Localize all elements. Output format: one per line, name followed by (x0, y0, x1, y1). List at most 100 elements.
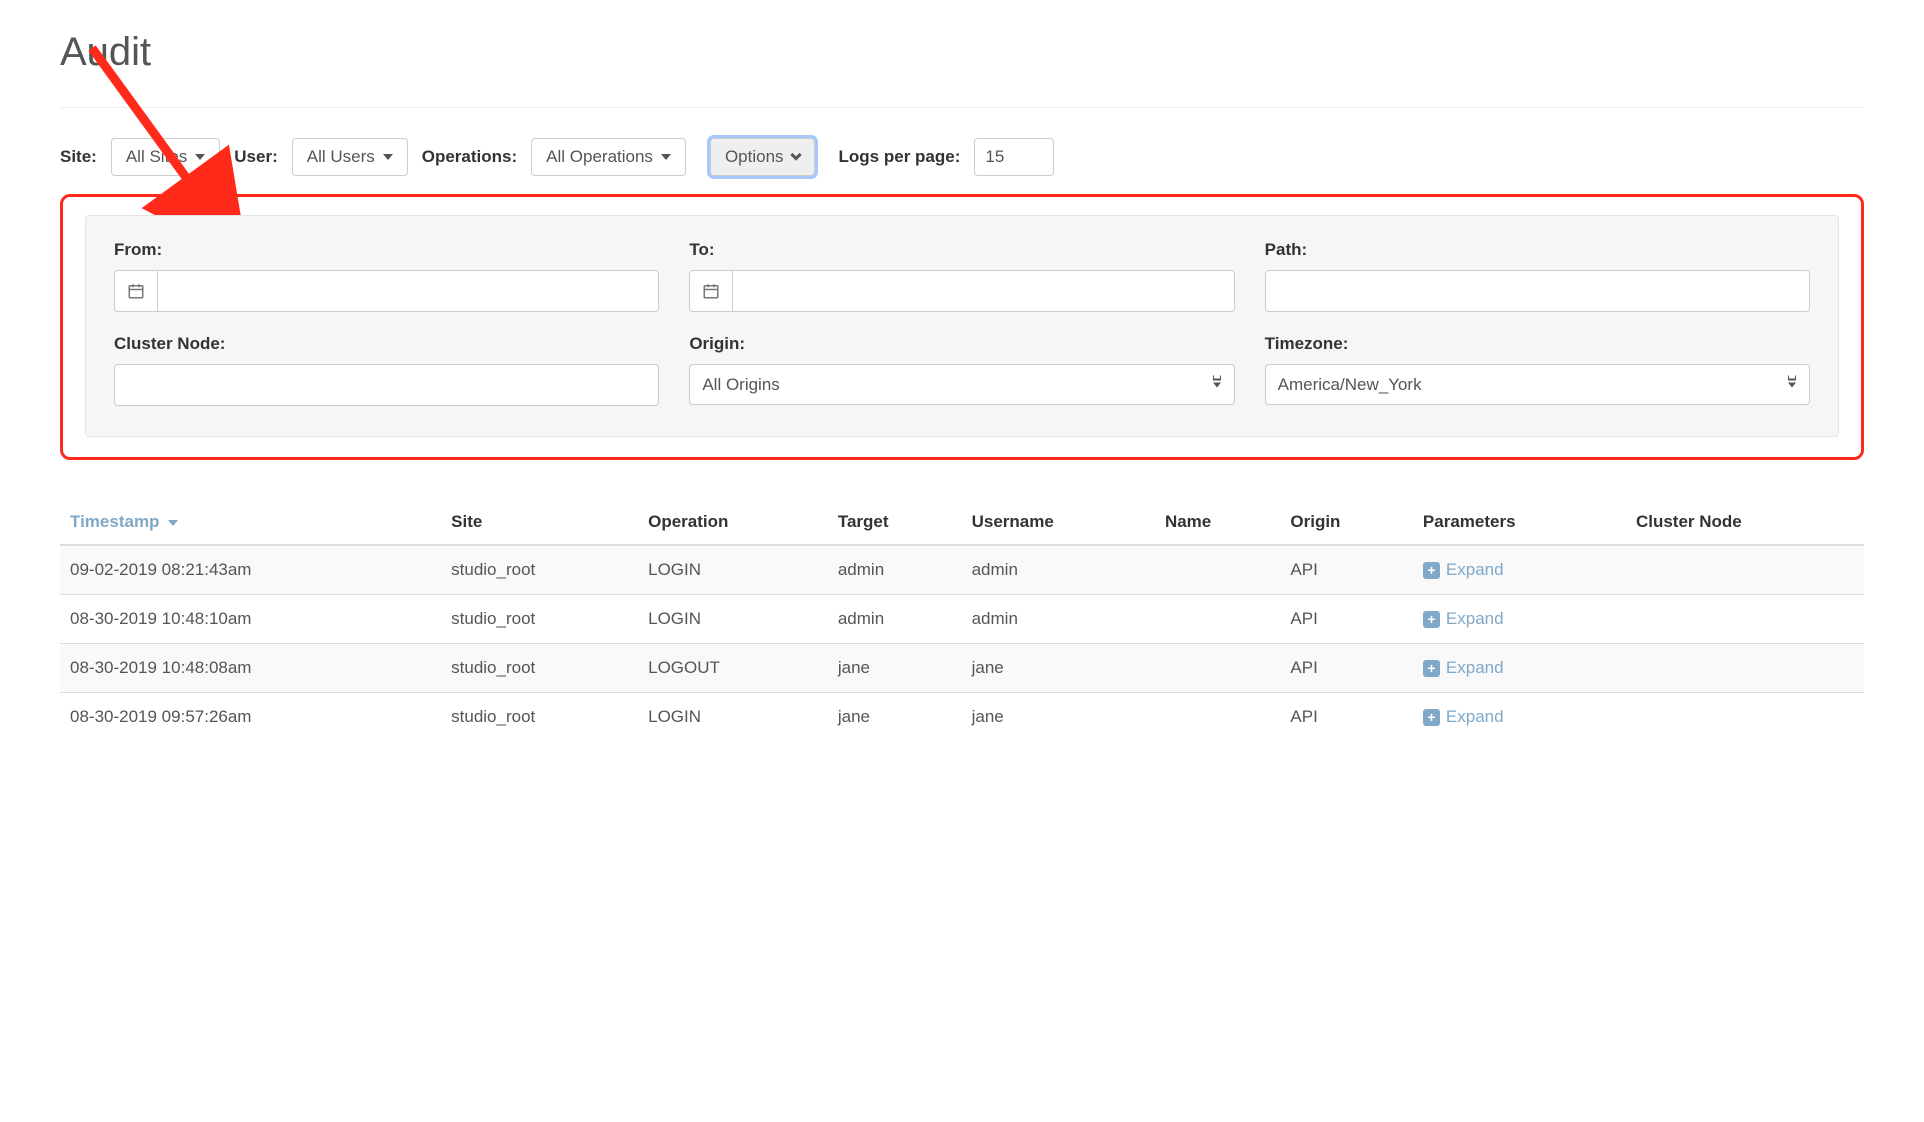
table-row: 09-02-2019 08:21:43amstudio_rootLOGINadm… (60, 545, 1864, 595)
cell-target: jane (828, 693, 962, 742)
col-origin[interactable]: Origin (1280, 500, 1413, 545)
cell-target: jane (828, 644, 962, 693)
cell-origin: API (1280, 595, 1413, 644)
expand-button[interactable]: + Expand (1423, 560, 1504, 580)
to-field: To: (689, 240, 1234, 312)
cell-timestamp: 08-30-2019 10:48:10am (60, 595, 441, 644)
plus-icon: + (1423, 562, 1440, 579)
cell-origin: API (1280, 693, 1413, 742)
table-row: 08-30-2019 10:48:08amstudio_rootLOGOUTja… (60, 644, 1864, 693)
expand-button[interactable]: +Expand (1423, 658, 1504, 678)
plus-icon: + (1423, 709, 1440, 726)
cell-site: studio_root (441, 644, 638, 693)
cell-username: admin (962, 545, 1155, 595)
operations-dropdown[interactable]: All Operations (531, 138, 686, 176)
origin-field: Origin: All Origins (689, 334, 1234, 406)
page-title: Audit (60, 30, 1864, 87)
calendar-icon (127, 282, 145, 300)
expand-button[interactable]: + Expand (1423, 609, 1504, 629)
to-calendar-button[interactable] (689, 270, 733, 312)
caret-down-icon (383, 154, 393, 160)
cell-username: admin (962, 595, 1155, 644)
cell-target: admin (828, 545, 962, 595)
origin-label: Origin: (689, 334, 1234, 354)
plus-icon: + (1423, 660, 1440, 677)
audit-table: Timestamp Site Operation Target Username… (60, 500, 1864, 741)
cell-cluster-node (1626, 693, 1864, 742)
origin-select[interactable]: All Origins (689, 364, 1234, 405)
expand-button[interactable]: + Expand (1423, 707, 1504, 727)
cell-cluster-node (1626, 644, 1864, 693)
table-header-row: Timestamp Site Operation Target Username… (60, 500, 1864, 545)
cell-name (1155, 644, 1280, 693)
operations-label: Operations: (422, 147, 517, 167)
path-input[interactable] (1265, 270, 1810, 312)
cell-origin: API (1280, 545, 1413, 595)
chevron-down-icon (790, 149, 801, 160)
user-dropdown[interactable]: All Users (292, 138, 408, 176)
filter-bar: Site: All Sites User: All Users Operatio… (60, 138, 1864, 176)
cluster-node-label: Cluster Node: (114, 334, 659, 354)
cell-name (1155, 595, 1280, 644)
timezone-select[interactable]: America/New_York (1265, 364, 1810, 405)
expand-label: Expand (1446, 609, 1504, 629)
path-field: Path: (1265, 240, 1810, 312)
cell-parameters: +Expand (1413, 644, 1626, 693)
cell-timestamp: 08-30-2019 10:48:08am (60, 644, 441, 693)
cell-timestamp: 09-02-2019 08:21:43am (60, 545, 441, 595)
col-username[interactable]: Username (962, 500, 1155, 545)
from-field: From: (114, 240, 659, 312)
cell-username: jane (962, 644, 1155, 693)
col-operation[interactable]: Operation (638, 500, 828, 545)
timezone-field: Timezone: America/New_York (1265, 334, 1810, 406)
cell-operation: LOGIN (638, 693, 828, 742)
title-divider (60, 107, 1864, 108)
options-toggle-button[interactable]: Options (710, 138, 815, 176)
options-toggle-label: Options (725, 147, 784, 167)
col-cluster-node[interactable]: Cluster Node (1626, 500, 1864, 545)
operations-dropdown-value: All Operations (546, 147, 653, 167)
caret-down-icon (195, 154, 205, 160)
logs-per-page-input[interactable] (974, 138, 1054, 176)
logs-per-page-label: Logs per page: (839, 147, 961, 167)
user-dropdown-value: All Users (307, 147, 375, 167)
cell-name (1155, 545, 1280, 595)
col-timestamp-label: Timestamp (70, 512, 159, 531)
site-dropdown-value: All Sites (126, 147, 187, 167)
from-label: From: (114, 240, 659, 260)
sort-desc-icon (168, 520, 178, 526)
options-panel: From: To: Path: Cluster Node: (85, 215, 1839, 437)
site-dropdown[interactable]: All Sites (111, 138, 220, 176)
cell-cluster-node (1626, 545, 1864, 595)
col-target[interactable]: Target (828, 500, 962, 545)
col-timestamp[interactable]: Timestamp (60, 500, 441, 545)
cell-username: jane (962, 693, 1155, 742)
cell-site: studio_root (441, 545, 638, 595)
col-name[interactable]: Name (1155, 500, 1280, 545)
plus-icon: + (1423, 611, 1440, 628)
timezone-label: Timezone: (1265, 334, 1810, 354)
to-input[interactable] (733, 270, 1234, 312)
col-site[interactable]: Site (441, 500, 638, 545)
cell-timestamp: 08-30-2019 09:57:26am (60, 693, 441, 742)
cluster-node-input[interactable] (114, 364, 659, 406)
cell-name (1155, 693, 1280, 742)
cell-parameters: + Expand (1413, 545, 1626, 595)
from-calendar-button[interactable] (114, 270, 158, 312)
caret-down-icon (661, 154, 671, 160)
cell-operation: LOGIN (638, 595, 828, 644)
cell-operation: LOGIN (638, 545, 828, 595)
table-row: 08-30-2019 10:48:10amstudio_rootLOGINadm… (60, 595, 1864, 644)
from-input[interactable] (158, 270, 659, 312)
to-label: To: (689, 240, 1234, 260)
cell-target: admin (828, 595, 962, 644)
options-panel-highlight: From: To: Path: Cluster Node: (60, 194, 1864, 460)
col-parameters[interactable]: Parameters (1413, 500, 1626, 545)
cell-site: studio_root (441, 693, 638, 742)
cell-site: studio_root (441, 595, 638, 644)
expand-label: Expand (1446, 560, 1504, 580)
calendar-icon (702, 282, 720, 300)
expand-label: Expand (1446, 707, 1504, 727)
table-row: 08-30-2019 09:57:26amstudio_rootLOGINjan… (60, 693, 1864, 742)
cell-cluster-node (1626, 595, 1864, 644)
